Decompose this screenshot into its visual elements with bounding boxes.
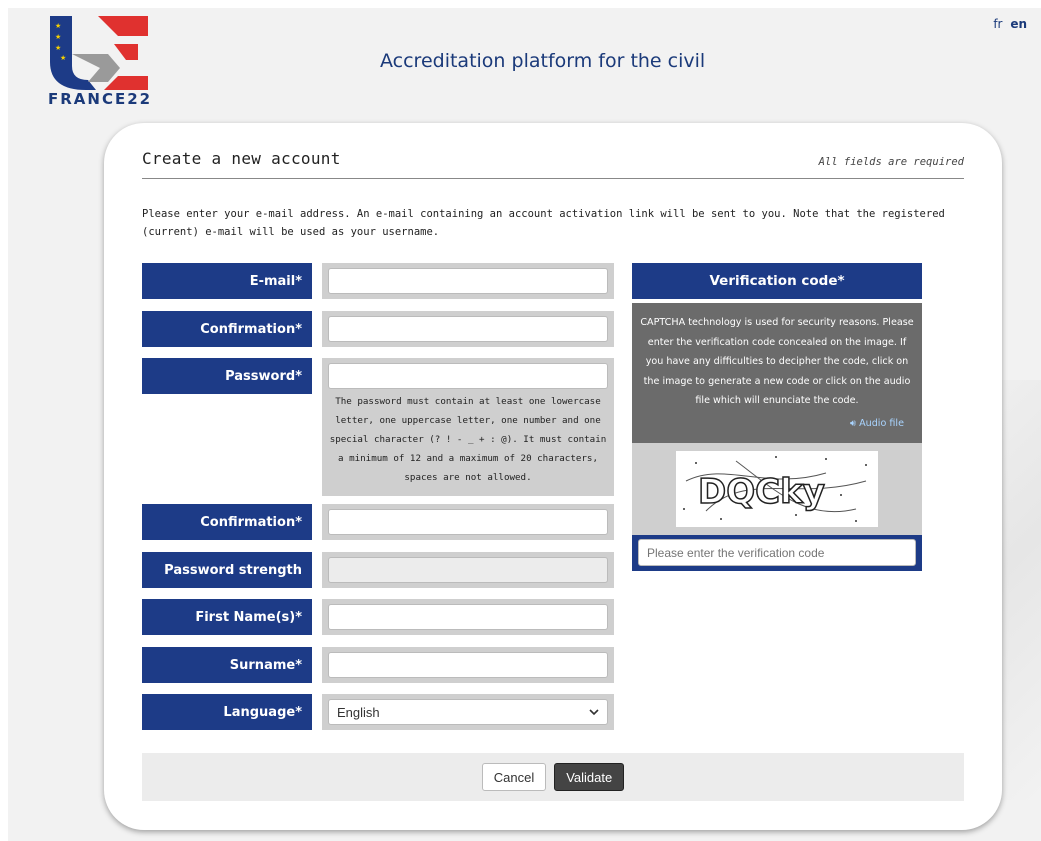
captcha-panel: Verification code* CAPTCHA technology is… bbox=[632, 263, 922, 571]
logo-text: FRANCE22 bbox=[48, 90, 153, 108]
email-confirm-wrap bbox=[322, 311, 614, 347]
language-wrap: English bbox=[322, 694, 614, 730]
lang-fr-link[interactable]: fr bbox=[993, 17, 1002, 31]
password-help-text: The password must contain at least one l… bbox=[329, 396, 607, 483]
audio-file-label: Audio file bbox=[859, 417, 904, 429]
language-switcher: fr en bbox=[989, 17, 1027, 31]
lang-en-link[interactable]: en bbox=[1010, 17, 1027, 31]
fields-required-note: All fields are required bbox=[818, 156, 964, 168]
chevron-down-icon bbox=[589, 708, 599, 715]
svg-text:★: ★ bbox=[60, 54, 66, 62]
cancel-button[interactable]: Cancel bbox=[481, 763, 547, 791]
card-inner: Create a new account All fields are requ… bbox=[142, 149, 964, 241]
password-field-wrap: The password must contain at least one l… bbox=[322, 358, 614, 496]
password-strength-field bbox=[328, 557, 608, 583]
card-header: Create a new account All fields are requ… bbox=[142, 149, 964, 179]
form-actions: Cancel Validate bbox=[142, 753, 964, 801]
password-input[interactable] bbox=[328, 363, 608, 389]
password-label: Password* bbox=[142, 358, 312, 394]
svg-text:★: ★ bbox=[55, 44, 61, 52]
language-select-value: English bbox=[337, 704, 380, 720]
intro-text: Please enter your e-mail address. An e-m… bbox=[142, 208, 945, 238]
svg-text:★: ★ bbox=[55, 33, 61, 41]
email-confirm-label: Confirmation* bbox=[142, 311, 312, 347]
email-label: E-mail* bbox=[142, 263, 312, 299]
captcha-image-box: DQCky bbox=[632, 443, 922, 535]
language-select[interactable]: English bbox=[328, 699, 608, 725]
password-confirm-input[interactable] bbox=[328, 509, 608, 535]
site-title: Accreditation platform for the civil bbox=[380, 50, 706, 72]
create-account-card: Create a new account All fields are requ… bbox=[104, 123, 1002, 830]
surname-label: Surname* bbox=[142, 647, 312, 683]
strength-field-wrap bbox=[322, 552, 614, 588]
card-title: Create a new account bbox=[142, 149, 341, 168]
captcha-input-wrap bbox=[632, 535, 922, 571]
first-name-wrap bbox=[322, 599, 614, 635]
captcha-image-text: DQCky bbox=[698, 472, 825, 512]
captcha-image[interactable]: DQCky bbox=[676, 451, 878, 527]
password-confirm-label: Confirmation* bbox=[142, 504, 312, 540]
strength-label: Password strength bbox=[142, 552, 312, 588]
captcha-input[interactable] bbox=[638, 539, 916, 566]
audio-file-link[interactable]: 🔊︎ Audio file bbox=[638, 414, 916, 434]
validate-button[interactable]: Validate bbox=[554, 763, 625, 791]
svg-text:★: ★ bbox=[55, 22, 61, 30]
password-confirm-wrap bbox=[322, 504, 614, 540]
surname-wrap bbox=[322, 647, 614, 683]
email-confirm-input[interactable] bbox=[328, 316, 608, 342]
email-input[interactable] bbox=[328, 268, 608, 294]
captcha-title: Verification code* bbox=[632, 263, 922, 299]
surname-input[interactable] bbox=[328, 652, 608, 678]
captcha-description-box: CAPTCHA technology is used for security … bbox=[632, 303, 922, 443]
captcha-description: CAPTCHA technology is used for security … bbox=[640, 317, 914, 406]
first-name-label: First Name(s)* bbox=[142, 599, 312, 635]
first-name-input[interactable] bbox=[328, 604, 608, 630]
language-label: Language* bbox=[142, 694, 312, 730]
email-field-wrap bbox=[322, 263, 614, 299]
speaker-icon: 🔊︎ bbox=[849, 417, 856, 429]
